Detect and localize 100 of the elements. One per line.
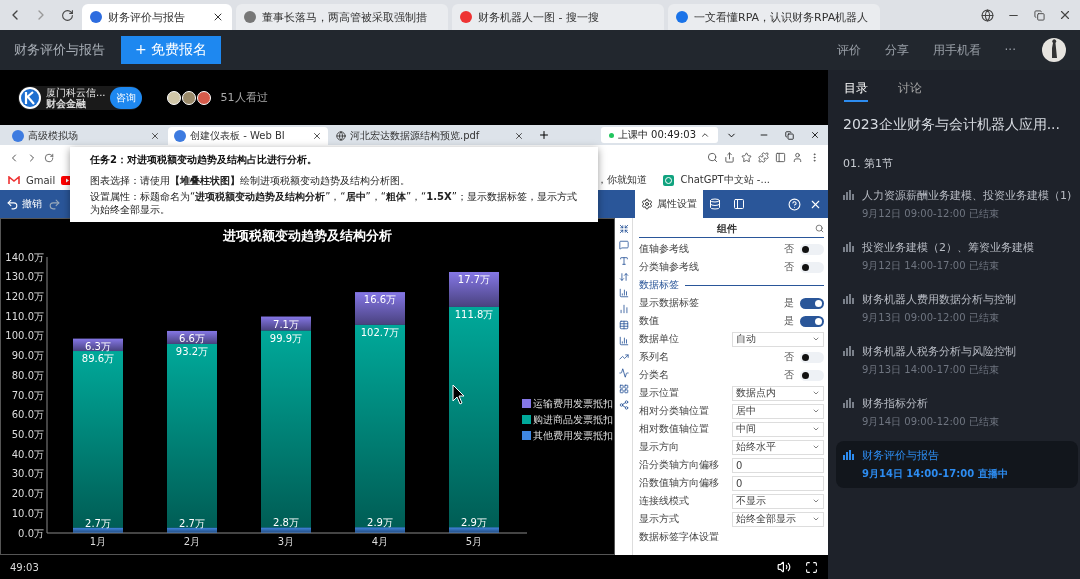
dropdown-field[interactable]: 中间	[732, 421, 824, 437]
tool-icon[interactable]	[618, 272, 629, 282]
refresh-icon[interactable]	[44, 152, 54, 163]
new-tab-icon[interactable]	[538, 129, 550, 141]
favicon-icon	[12, 130, 24, 142]
bookmark-link[interactable]: ，你就知道	[597, 173, 648, 187]
help-icon[interactable]	[788, 197, 801, 211]
lesson-time: 9月12日 14:00-17:00 已结束	[862, 259, 1000, 273]
tool-icon[interactable]	[618, 256, 629, 266]
lesson-item[interactable]: 财务机器人费用数据分析与控制 9月13日 09:00-12:00 已结束	[836, 285, 1079, 332]
data-label: 17.7万	[457, 274, 491, 285]
dropdown-field[interactable]: 始终水平	[732, 439, 824, 455]
header-link[interactable]: 用手机看	[932, 41, 981, 59]
close-icon[interactable]	[150, 131, 160, 141]
input-field[interactable]: 0	[732, 475, 824, 491]
lesson-title: 财务机器人费用数据分析与控制	[862, 292, 1016, 307]
avatar-icon[interactable]	[1042, 38, 1066, 62]
close-icon[interactable]	[810, 130, 820, 140]
data-label: 89.6万	[81, 353, 115, 365]
register-button[interactable]: + 免费报名	[121, 36, 222, 64]
dropdown-field[interactable]: 自动	[732, 331, 824, 347]
toggle-switch[interactable]	[800, 243, 824, 255]
lesson-time: 9月12日 09:00-12:00 已结束	[862, 207, 1000, 221]
toggle-switch[interactable]	[800, 351, 824, 363]
browser-tab[interactable]: 河北宏达数据源结构预览.pdf	[330, 127, 530, 145]
zoom-icon[interactable]	[707, 152, 718, 163]
task-heading: 任务2：对进项税额变动趋势及结构占比进行分析。	[90, 153, 318, 167]
volume-icon[interactable]	[777, 560, 791, 574]
tool-icon[interactable]	[618, 352, 629, 362]
sidebar-icon[interactable]	[775, 152, 786, 163]
sidebar-tab[interactable]: 目录	[844, 80, 868, 102]
switch-state-text: 否	[784, 260, 794, 274]
lesson-item[interactable]: 财务指标分析 9月14日 09:00-12:00 已结束	[836, 389, 1079, 436]
data-label: 2.7万	[179, 517, 205, 529]
consult-button[interactable]: 咨询	[109, 86, 142, 109]
panel-heading: 组件	[716, 221, 738, 236]
lesson-item[interactable]: 财务机器人税务分析与风险控制 9月13日 14:00-17:00 已结束	[836, 337, 1079, 384]
lesson-item[interactable]: 投资业务建模（2）、筹资业务建模 9月12日 14:00-17:00 已结束	[836, 233, 1079, 280]
chevron-down-icon	[812, 425, 820, 433]
input-field[interactable]: 0	[732, 457, 824, 473]
browser-tab[interactable]: 创建仪表板 - Web BI	[168, 127, 328, 145]
puzzle-icon[interactable]	[758, 152, 769, 163]
cursor-icon	[452, 384, 465, 405]
dropdown-field[interactable]: 不显示	[732, 493, 824, 509]
browser-tab[interactable]: 董事长落马，两高管被采取强制措	[236, 4, 448, 30]
chevron-down-icon	[812, 335, 820, 343]
chevron-down-icon	[812, 389, 820, 397]
close-icon[interactable]	[312, 131, 322, 141]
share-icon[interactable]	[724, 152, 735, 163]
browser-tab[interactable]: 一文看懂RPA，认识财务RPA机器人	[668, 4, 880, 30]
tool-icon[interactable]	[618, 384, 629, 394]
dropdown-field[interactable]: 数据点内	[732, 385, 824, 401]
restore-icon[interactable]	[785, 130, 794, 140]
setting-label: 分类名	[639, 368, 670, 382]
tool-icon[interactable]	[618, 320, 629, 330]
header-link[interactable]: 评价	[836, 41, 861, 59]
fullscreen-icon[interactable]	[805, 560, 818, 574]
search-icon[interactable]	[815, 224, 824, 233]
chevron-up-icon[interactable]	[700, 130, 710, 140]
browser-tab[interactable]: 财务评价与报告	[82, 4, 232, 30]
data-label: 93.2万	[175, 345, 209, 357]
lesson-time: 9月13日 14:00-17:00 已结束	[862, 363, 1000, 377]
setting-label: 沿数值轴方向偏移	[639, 476, 720, 490]
switch-state-text: 是	[784, 314, 794, 328]
dropdown-field[interactable]: 始终全部显示	[732, 511, 824, 527]
star-icon[interactable]	[741, 152, 752, 163]
chevron-down-icon	[812, 497, 820, 505]
section-title: 01. 第1节	[842, 156, 894, 172]
axis-tick-label: 10.0万	[11, 507, 44, 519]
dropdown-field[interactable]: 居中	[732, 403, 824, 419]
setting-label: 连接线模式	[639, 494, 690, 508]
redo-icon[interactable]	[48, 197, 61, 211]
tool-icon[interactable]	[618, 288, 629, 298]
tool-icon[interactable]	[618, 336, 629, 346]
tool-icon[interactable]	[618, 224, 629, 234]
toggle-switch[interactable]	[800, 315, 824, 327]
browser-tab[interactable]: 高级模拟场	[6, 127, 166, 145]
panel-tab[interactable]: 属性设置	[635, 190, 703, 218]
header-link[interactable]: 分享	[884, 41, 909, 59]
axis-tick-label: 120.0万	[5, 290, 44, 302]
bookmark-link[interactable]: ChatGPT中文站 -...	[680, 173, 770, 187]
toggle-switch[interactable]	[800, 369, 824, 381]
close-icon[interactable]	[212, 11, 224, 23]
lesson-item[interactable]: 人力资源薪酬业务建模、投资业务建模（1) 9月12日 09:00-12:00 已结束	[836, 181, 1079, 228]
profile-icon[interactable]	[792, 152, 803, 163]
undo-button[interactable]: 撤销	[6, 197, 42, 211]
close-icon[interactable]	[514, 131, 524, 141]
video-time: 49:03	[10, 561, 40, 573]
browser-tab[interactable]: 财务机器人一图 - 搜一搜	[452, 4, 664, 30]
section-label: 数据标签	[639, 278, 679, 292]
header-link[interactable]: ···	[1004, 43, 1016, 57]
bar-signal-icon	[843, 294, 854, 304]
lesson-item[interactable]: 财务评价与报告 9月14日 14:00-17:00 直播中	[836, 441, 1079, 488]
sidebar-tab[interactable]: 讨论	[898, 80, 922, 102]
tool-icon[interactable]	[618, 368, 629, 378]
tool-icon[interactable]	[618, 240, 629, 250]
bookmark-link[interactable]: Gmail	[26, 174, 56, 186]
toggle-switch[interactable]	[800, 297, 824, 309]
toggle-switch[interactable]	[800, 261, 824, 273]
tool-icon[interactable]	[618, 400, 629, 410]
